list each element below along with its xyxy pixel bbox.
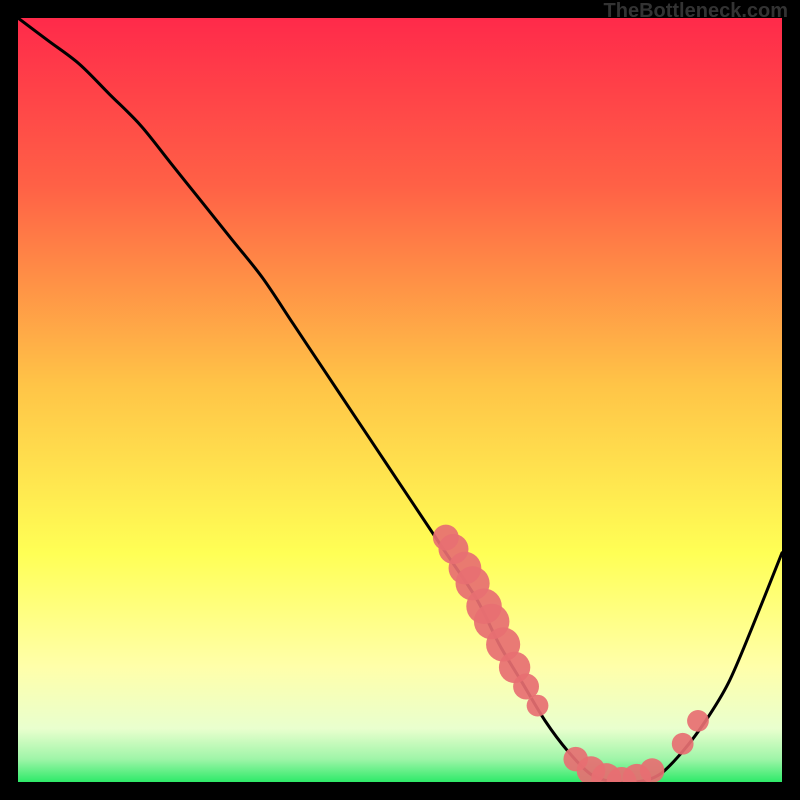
marker-dot — [527, 695, 549, 717]
chart-container: TheBottleneck.com — [0, 0, 800, 800]
marker-dot — [672, 733, 694, 755]
attribution-text: TheBottleneck.com — [604, 0, 788, 23]
marker-dot — [687, 710, 709, 732]
marker-dot — [640, 758, 665, 782]
gradient-background — [18, 18, 782, 782]
chart-svg — [18, 18, 782, 782]
